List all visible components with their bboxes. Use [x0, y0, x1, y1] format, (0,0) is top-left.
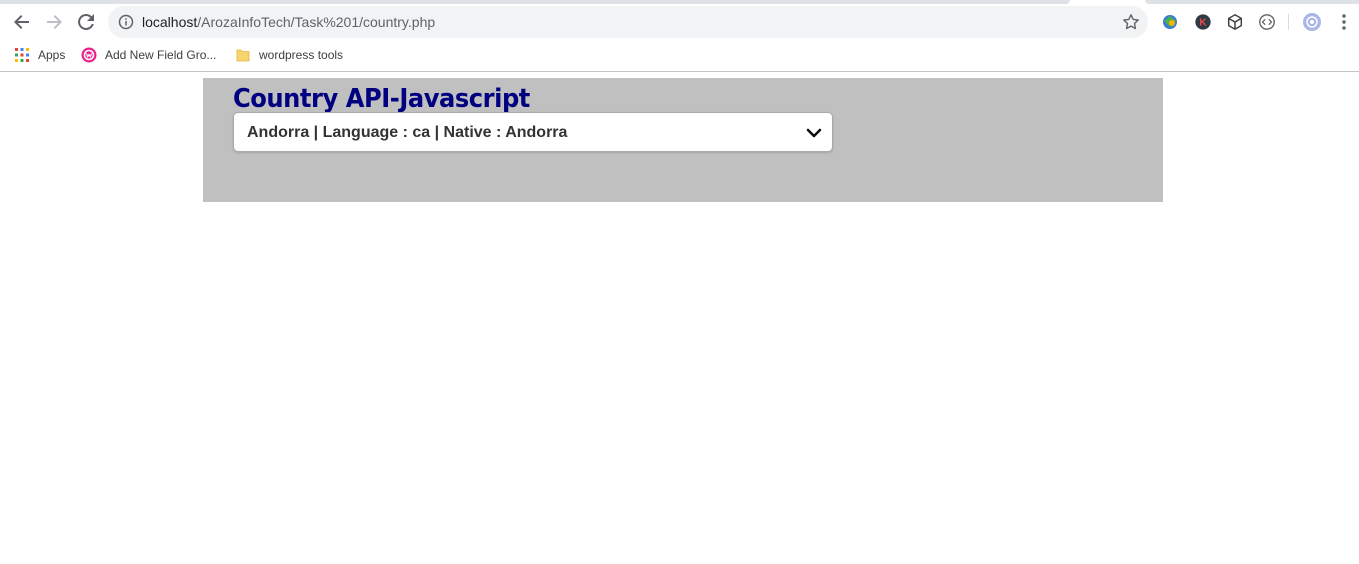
reload-icon [78, 13, 94, 30]
folder-icon [236, 49, 250, 62]
bookmark-label: Apps [38, 48, 66, 62]
bookmark-label: wordpress tools [259, 48, 344, 62]
forward-button[interactable] [39, 7, 69, 37]
wp-plugin-icon [81, 47, 97, 63]
toolbar-divider [1288, 14, 1289, 30]
url-host: localhost [142, 14, 198, 30]
bookmark-add-new-field-group[interactable]: Add New Field Gro... [81, 46, 216, 64]
country-select[interactable]: Andorra | Language : ca | Native : Andor… [233, 112, 833, 152]
forward-arrow-icon [47, 15, 62, 29]
extension-k-icon[interactable]: K [1193, 12, 1213, 32]
profile-avatar-icon[interactable] [1302, 12, 1322, 32]
bookmark-wordpress-tools[interactable]: wordpress tools [235, 46, 343, 64]
url-text[interactable]: localhost/ArozaInfoTech/Task%201/country… [142, 14, 435, 30]
address-bar[interactable]: localhost/ArozaInfoTech/Task%201/country… [108, 6, 1148, 38]
extension-code-icon[interactable] [1257, 12, 1277, 32]
chevron-down-icon [806, 128, 822, 138]
extension-downloader-icon[interactable] [1160, 12, 1180, 32]
info-icon[interactable] [118, 14, 134, 30]
page-title: Country API-Javascript [233, 84, 530, 114]
extension-cube-icon[interactable] [1225, 12, 1245, 32]
country-panel: Country API-Javascript Andorra | Languag… [203, 78, 1163, 202]
browser-toolbar: localhost/ArozaInfoTech/Task%201/country… [0, 4, 1359, 40]
bookmark-apps[interactable]: Apps [14, 46, 65, 64]
browser-menu-icon[interactable] [1334, 12, 1354, 32]
back-button[interactable] [7, 7, 37, 37]
country-select-value: Andorra | Language : ca | Native : Andor… [247, 124, 568, 141]
url-path: /ArozaInfoTech/Task%201/country.php [197, 14, 436, 30]
svg-text:K: K [1199, 18, 1207, 29]
bookmark-star-icon[interactable] [1122, 13, 1140, 31]
apps-grid-icon [15, 48, 29, 62]
reload-button[interactable] [71, 7, 101, 37]
back-arrow-icon [14, 15, 29, 29]
bookmark-label: Add New Field Gro... [105, 48, 217, 62]
bookmarks-bar: Apps Add New Field Gro... wordpress tool… [0, 40, 1359, 72]
